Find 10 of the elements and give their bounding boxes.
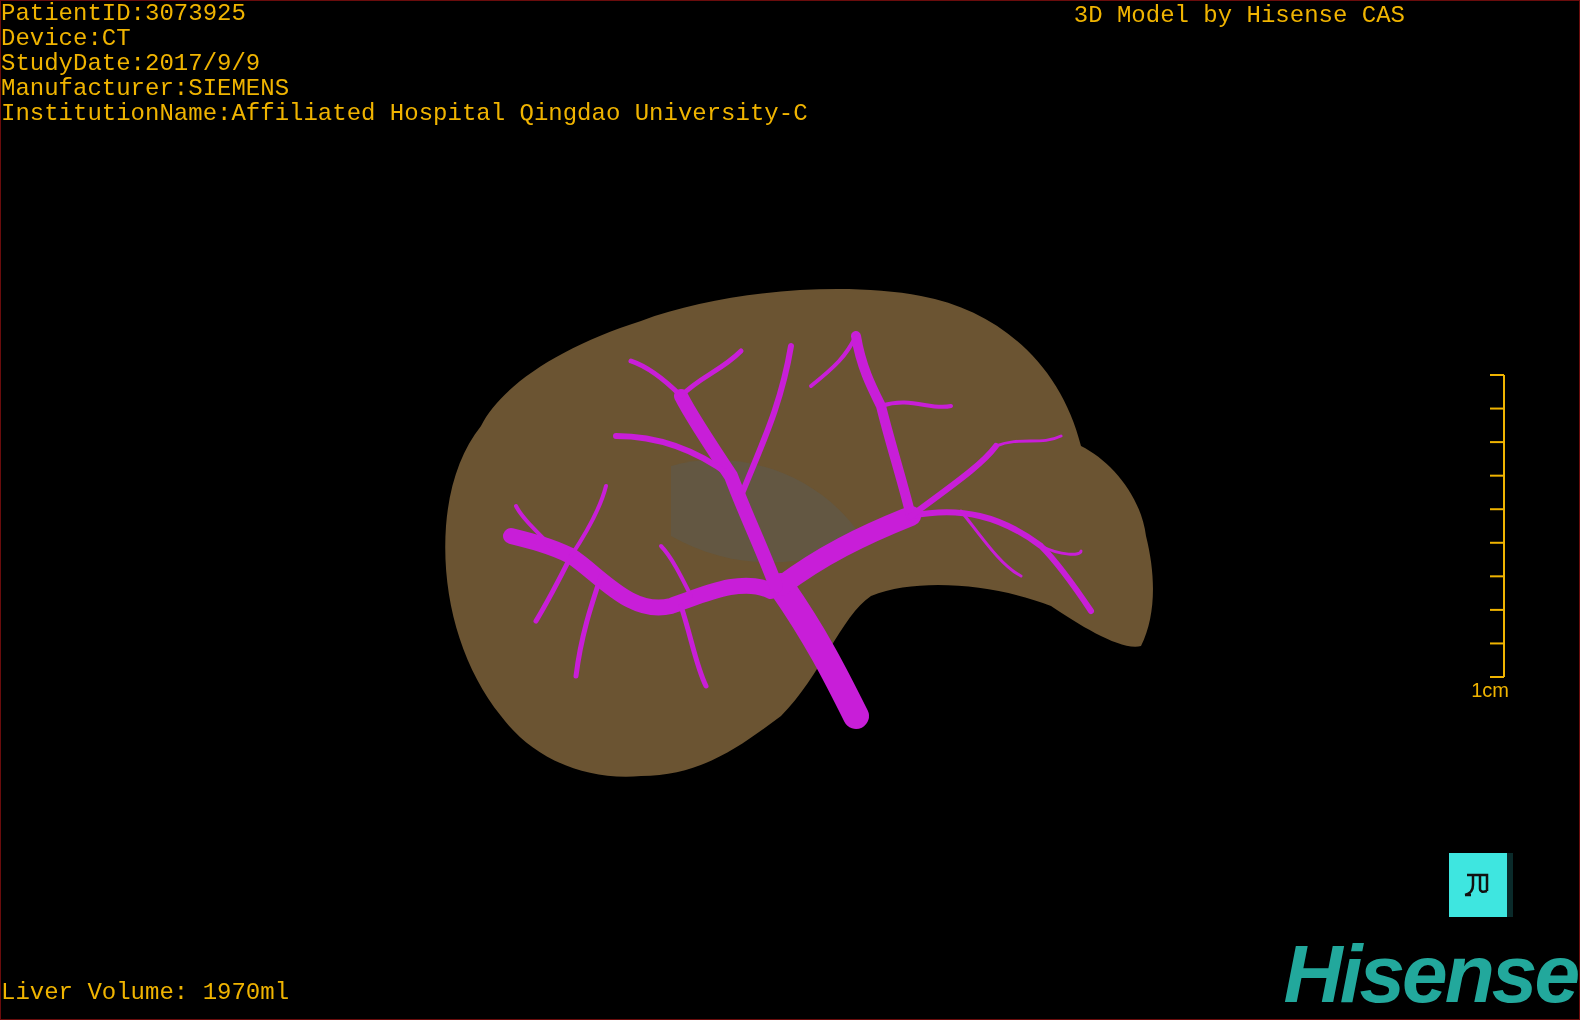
liver-volume-text: Liver Volume: 1970ml (1, 979, 290, 1008)
info-line: InstitutionName:Affiliated Hospital Qingdao University-C (1, 101, 808, 126)
scale-label: 1cm (1471, 679, 1509, 701)
info-line: Manufacturer:SIEMENS (1, 76, 291, 101)
info-line: Device:CT (1, 26, 132, 51)
brand-logo: Hisense (1283, 939, 1579, 1019)
tool-button[interactable] (1449, 853, 1513, 917)
info-line: StudyDate:2017/9/9 (1, 51, 262, 76)
model-credit-text: 3D Model by Hisense CAS (1073, 1, 1405, 31)
info-line: PatientID:3073925 (1, 1, 247, 26)
